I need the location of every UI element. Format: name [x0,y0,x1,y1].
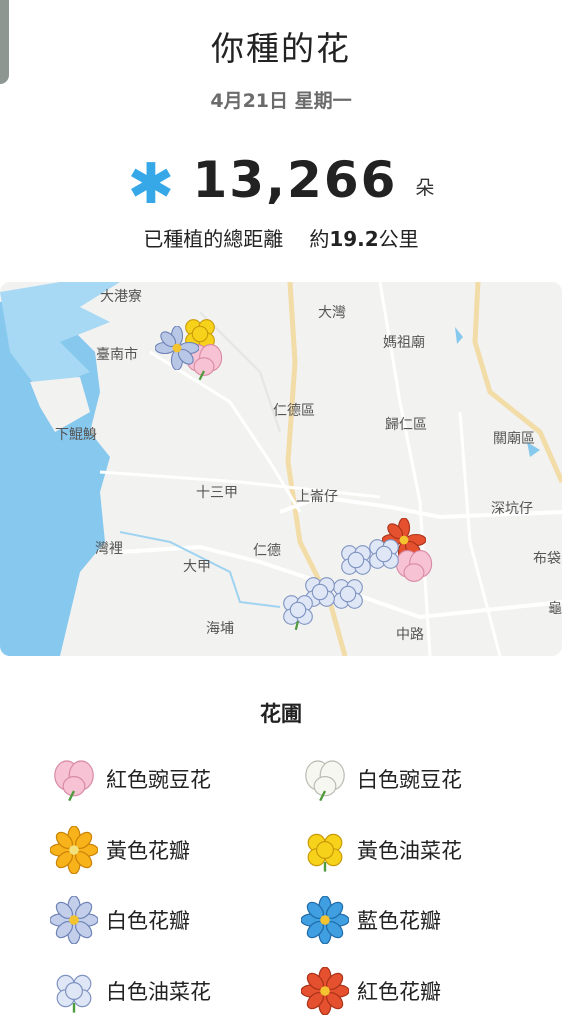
garden-item-label: 白色花瓣 [106,909,190,933]
garden-item-label: 白色豌豆花 [357,768,462,792]
distance-unit: 公里 [378,227,419,251]
map-label: 大港寮 [100,289,142,305]
map-label: 灣裡 [95,541,123,557]
map-label: 布袋 [533,551,561,567]
map-label: 大甲 [183,559,211,575]
map-label: 上崙仔 [296,489,338,505]
map-label: 下鯤鯓 [55,427,97,443]
garden-item-white-sweet-pea[interactable]: 白色豌豆花 [301,755,462,803]
map-label: 龜 [548,601,562,617]
map-label: 仁德區 [273,403,315,419]
flower-count-unit: 朵 [415,177,435,199]
garden-item-label: 藍色花瓣 [357,909,441,933]
map-label: 海埔 [206,621,234,637]
garden-item-label: 白色油菜花 [106,980,211,1004]
blue-petal-flower-icon [301,896,349,944]
page-date: 4月21日 星期一 [210,90,352,112]
map-view[interactable]: 大港寮 大灣 臺南市 媽祖廟 仁德區 下鯤鯓 歸仁區 關廟區 十三甲 上崙仔 深… [0,282,562,656]
distance-prefix: 約 [309,227,330,251]
garden-item-red-petal[interactable]: 紅色花瓣 [301,967,441,1015]
map-label: 關廟區 [493,431,535,447]
asterisk-icon: ✱ [127,152,175,217]
garden-item-label: 黃色花瓣 [106,839,190,863]
white-rapeseed-flower-icon[interactable] [276,588,320,632]
pink-sweet-pea-icon [54,760,94,802]
map-label: 歸仁區 [385,417,427,433]
garden-item-yellow-rapeseed[interactable]: 黃色油菜花 [301,826,462,874]
page-title: 你種的花 [211,29,351,68]
flower-count: 13,266 [192,151,398,209]
garden-item-blue-petal[interactable]: 藍色花瓣 [301,896,441,944]
map-label: 仁德 [253,543,281,559]
distance-value: 19.2 [329,227,379,251]
garden-title: 花圃 [260,702,302,726]
map-label: 臺南市 [96,347,138,363]
map-label: 深坑仔 [491,501,533,517]
white-rapeseed-flower-icon [56,974,92,1013]
map-label: 中路 [396,627,424,643]
garden-item-white-petal[interactable]: 白色花瓣 [50,896,190,944]
yellow-rapeseed-flower-icon [307,833,343,872]
distance-row: 已種植的總距離 約19.2公里 [0,223,562,252]
garden-item-white-rapeseed[interactable]: 白色油菜花 [50,967,211,1015]
map-label: 十三甲 [196,485,238,501]
red-petal-flower-icon [301,967,349,1015]
map-label: 媽祖廟 [383,335,425,351]
garden-item-label: 黃色油菜花 [357,839,462,863]
map-label: 大灣 [318,305,346,321]
garden-item-yellow-petal[interactable]: 黃色花瓣 [50,826,190,874]
white-petal-flower-icon [50,896,98,944]
distance-label: 已種植的總距離 [143,227,284,251]
yellow-petal-flower-icon [50,826,98,874]
white-sweet-pea-icon [305,760,345,802]
garden-item-red-sweet-pea[interactable]: 紅色豌豆花 [50,755,211,803]
white-petal-flower-icon[interactable] [155,326,199,370]
flower-count-row: ✱ 13,266 朵 [0,151,562,217]
garden-item-label: 紅色花瓣 [357,980,441,1004]
garden-item-label: 紅色豌豆花 [106,768,211,792]
